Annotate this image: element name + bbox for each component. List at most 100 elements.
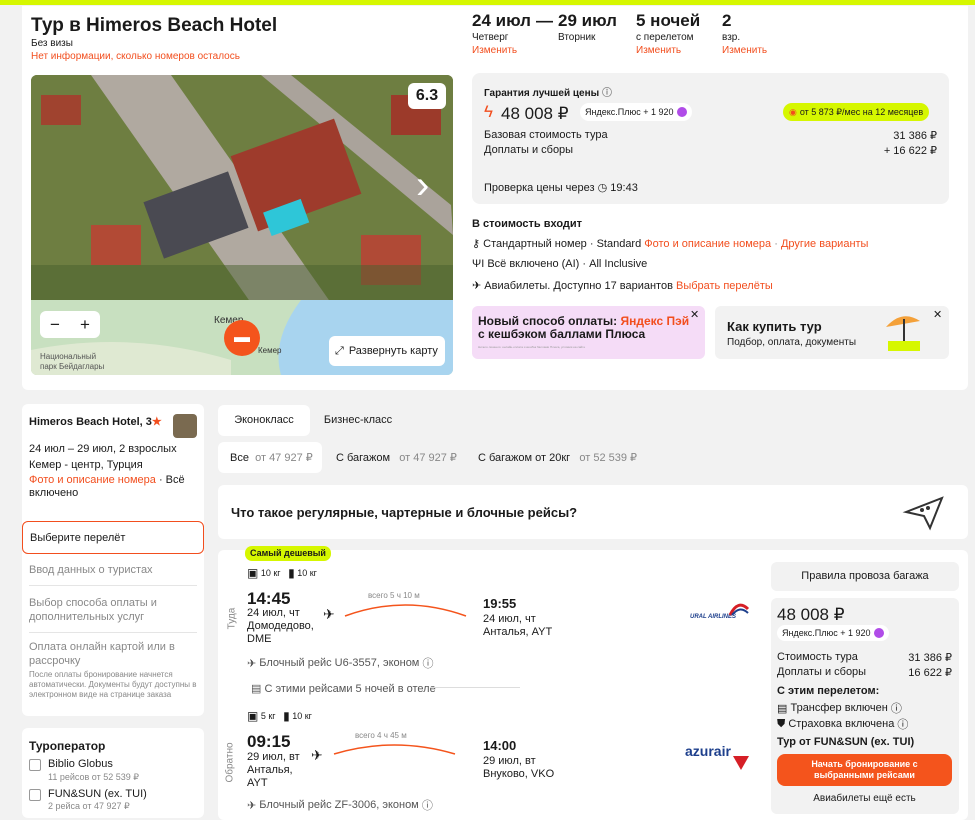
sidebar-photo-link[interactable]: Фото и описание номера [29,474,156,486]
tab-economy[interactable]: Эконокласс [218,405,310,436]
filter-baggage-20-price: от 52 539 ₽ [579,452,638,464]
handbag-icon: ▮ [283,709,290,723]
ret-arr-date: 29 июл, вт [483,755,536,767]
installment-badge[interactable]: ◉ от 5 873 ₽/мес на 12 месяцев [783,103,930,121]
date-from[interactable]: 24 июл [472,11,531,31]
info-icon[interactable]: ⓘ [602,88,612,99]
operator-name-2[interactable]: FUN&SUN (ex. TUI) [48,788,147,800]
filter-all-price: от 47 927 ₽ [255,452,313,464]
installment-text: от 5 873 ₽/мес на 12 месяцев [799,106,924,117]
promo-line1: Новый способ оплаты: [478,314,618,328]
direction-ret: Обратно [224,742,236,783]
plane-small-icon: ✈ [247,799,257,812]
info-icon[interactable]: ⓘ [891,700,902,716]
included-meal: ΨΙ Всё включено (AI) · All Inclusive [472,258,647,270]
stay-note: ▤ С этими рейсами 5 ночей в отеле [247,682,440,695]
azurair-tail-icon [733,756,749,770]
suitcase-icon: ▣ [247,566,259,580]
filter-baggage[interactable]: С багажом от 47 927 ₽ [336,442,457,473]
baggage-rules-button[interactable]: Правила провоза багажа [771,562,959,591]
ret-dep-city: Анталья, [247,764,293,776]
bag-out-weight: 10 кг [260,568,281,578]
summary-price: 48 008 ₽ [777,605,845,624]
date-to[interactable]: 29 июл [558,11,617,31]
tab-business[interactable]: Бизнес-класс [316,405,400,436]
divider [430,687,520,688]
adults-count[interactable]: 2 [722,11,731,31]
change-dates-link[interactable]: Изменить [472,45,517,56]
change-nights-link[interactable]: Изменить [636,45,681,56]
sidebar-hotel-name-text: Himeros Beach Hotel, 3 [29,416,152,428]
insurance-text: Страховка включена [788,718,895,730]
choose-flights-link[interactable]: Выбрать перелёты [676,280,773,292]
hotel-photo[interactable] [31,75,453,303]
operator-checkbox-2[interactable] [29,789,41,801]
filter-baggage-20[interactable]: С багажом от 20кг от 52 539 ₽ [478,442,637,473]
sidebar-hotel-thumb[interactable] [173,414,197,438]
price-check-label: Проверка цены через [484,182,595,194]
change-adults-link[interactable]: Изменить [722,45,767,56]
nights-count[interactable]: 5 ночей [636,11,700,31]
top-accent-bar [0,0,975,5]
start-booking-button[interactable]: Начать бронирование с выбранными рейсами [777,754,952,786]
promo-brand: Яндекс Пэй [620,314,690,328]
other-rooms-link[interactable]: Другие варианты [781,238,869,250]
info-icon[interactable]: ⓘ [422,797,433,813]
summary-fees-label: Доплаты и сборы [777,666,867,678]
info-icon[interactable]: ⓘ [422,655,433,671]
ret-dep-time: 09:15 [247,732,291,751]
handbag-icon: ▮ [288,566,295,580]
filter-all[interactable]: Все от 47 927 ₽ [218,442,322,473]
included-title: В стоимость входит [472,218,583,230]
price-check: Проверка цены через ◷ 19:43 [484,181,638,194]
out-flight-note: ✈ Блочный рейс U6-3557, эконом ⓘ [247,655,433,671]
filter-baggage-20-label: С багажом от 20кг [478,451,571,464]
yandex-pay-banner[interactable]: Новый способ оплаты: Яндекс Пэй с кешбэк… [472,306,705,359]
plane-icon: ✈ [472,280,482,292]
close-icon-2[interactable]: ✕ [933,308,942,321]
expand-icon: ⤢ [335,344,344,357]
plus-icon [873,628,884,638]
fees-value: + 16 622 ₽ [883,145,937,157]
meal-text: Всё включено (AI) · All Inclusive [487,258,648,270]
bus-icon: ▤ [777,702,788,715]
fork-knife-icon: ΨΙ [472,258,485,270]
bed-icon: ▬ [234,329,250,346]
operator-name-1[interactable]: Biblio Globus [48,758,113,770]
transfer-text: Трансфер включен [790,702,888,714]
more-tickets-link[interactable]: Авиабилеты ещё есть [777,793,952,804]
operator-checkbox-1[interactable] [29,759,41,771]
hotel-rating-badge: 6.3 [408,83,446,109]
fees-label: Доплаты и сборы [484,144,574,156]
operator-title: Туроператор [29,739,106,753]
info-icon[interactable]: ⓘ [897,716,908,732]
chevron-right-icon[interactable]: › [416,165,429,205]
shield-icon: ⛊ [777,717,786,730]
step-choose-flight[interactable]: Выберите перелёт [22,521,204,554]
hotel-map-pin[interactable]: ▬ [224,320,260,356]
room-photo-link[interactable]: Фото и описание номера [644,238,771,250]
included-room: ⚷ Стандартный номер · Standard Фото и оп… [472,238,869,250]
operator-sub-2: 2 рейса от 47 927 ₽ [48,801,130,811]
expand-map-label: Развернуть карту [348,345,438,357]
sidebar-dates: 24 июл – 29 июл, 2 взрослых [29,443,177,455]
summary-cost-label: Стоимость тура [777,651,858,663]
summary-fees-value: 16 622 ₽ [908,667,952,679]
close-icon[interactable]: ✕ [690,308,699,321]
sidebar-room: Фото и описание номера · Всё включено [29,474,199,500]
faq-text: Что такое регулярные, чартерные и блочны… [231,505,578,520]
out-duration: всего 5 ч 10 м [368,591,420,600]
summary-cost-value: 31 386 ₽ [908,652,952,664]
step-payment-method: Выбор способа оплаты и дополнительных ус… [29,597,157,623]
stay-text: С этими рейсами 5 ночей в отеле [264,682,436,695]
zoom-in-icon[interactable]: + [80,315,90,335]
included-flights: ✈ Авиабилеты. Доступно 17 вариантов Выбр… [472,279,773,292]
plus-icon [676,107,687,117]
sidebar-hotel-name: Himeros Beach Hotel, 3★ [29,415,162,428]
zoom-out-icon[interactable]: − [50,315,60,335]
guarantee-label: Гарантия лучшей цены [484,88,600,99]
ret-arr-city: Внуково, VKO [483,768,555,780]
ural-airlines-icon [728,603,750,617]
operator-sub-1: 11 рейсов от 52 539 ₽ [48,772,139,782]
expand-map-button[interactable]: ⤢ Развернуть карту [329,336,445,366]
